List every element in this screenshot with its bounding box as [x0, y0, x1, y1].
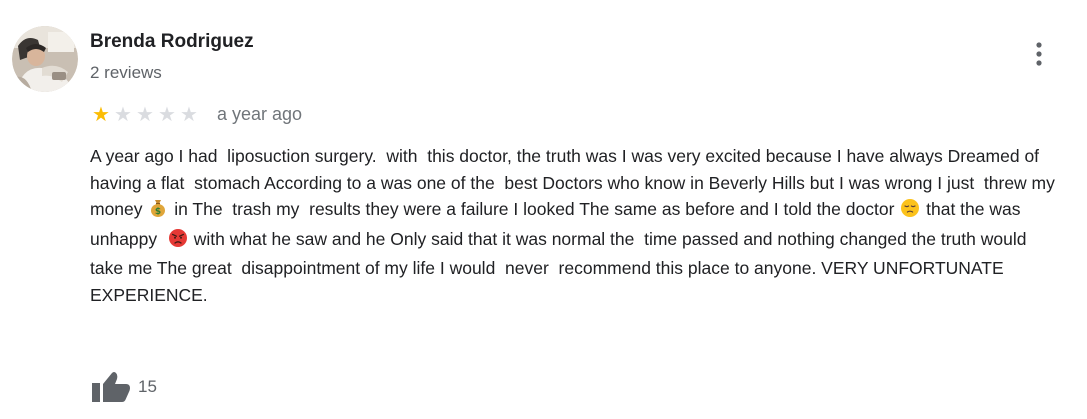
- author-reviews-count[interactable]: 2 reviews: [90, 63, 162, 83]
- rating-row: ★ ★ ★ ★ ★ a year ago: [90, 103, 302, 125]
- review-text: A year ago I had liposuction surgery. wi…: [90, 143, 1060, 308]
- avatar[interactable]: [12, 26, 78, 92]
- like-button[interactable]: [90, 370, 132, 404]
- star-empty-icon: ★: [158, 102, 176, 126]
- star-empty-icon: ★: [114, 102, 132, 126]
- profile-photo-icon: [12, 26, 78, 92]
- review-text-segment: with what he saw and he Only said that i…: [90, 228, 1032, 305]
- like-row: 15: [90, 370, 157, 404]
- more-options-button[interactable]: [1024, 36, 1054, 74]
- angry-face-icon: [168, 228, 188, 256]
- more-vertical-icon: [1036, 42, 1042, 66]
- review-text-segment: in The trash my results they were a fail…: [169, 199, 900, 219]
- star-empty-icon: ★: [180, 102, 198, 126]
- thumbs-up-icon: [92, 372, 130, 402]
- star-rating: ★ ★ ★ ★ ★: [90, 104, 200, 124]
- money-bag-icon: $: [148, 198, 168, 226]
- review-date: a year ago: [217, 103, 303, 124]
- author-name[interactable]: Brenda Rodriguez: [90, 31, 254, 53]
- svg-text:$: $: [155, 207, 161, 217]
- star-filled-icon: ★: [92, 102, 110, 126]
- pensive-face-icon: [900, 198, 920, 226]
- like-count: 15: [138, 377, 157, 396]
- star-empty-icon: ★: [136, 102, 154, 126]
